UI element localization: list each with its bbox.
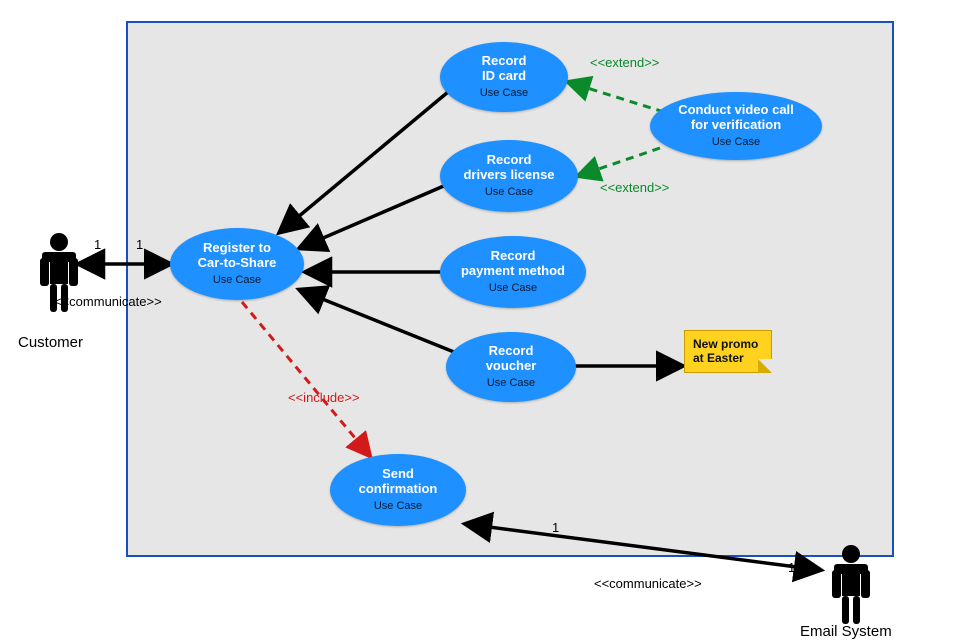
actor-email-system — [826, 544, 876, 634]
usecase-title: RecordID card — [482, 54, 527, 84]
usecase-conduct[interactable]: Conduct video callfor verification Use Ca… — [650, 92, 822, 160]
relation-label: <<communicate>> — [54, 294, 162, 309]
relation-label: 1 — [788, 560, 795, 575]
connector — [242, 302, 370, 456]
usecase-send[interactable]: Sendconfirmation Use Case — [330, 454, 466, 526]
connector — [578, 148, 660, 176]
connector — [280, 92, 448, 232]
usecase-title: Recorddrivers license — [463, 153, 554, 183]
usecase-subtitle: Use Case — [374, 500, 422, 513]
actor-email-label: Email System — [800, 623, 892, 640]
relation-label: <<extend>> — [600, 180, 669, 195]
relation-label: 1 — [94, 237, 101, 252]
usecase-title: Recordvoucher — [486, 344, 537, 374]
usecase-subtitle: Use Case — [480, 87, 528, 100]
actor-customer-label: Customer — [18, 334, 83, 351]
usecase-payment[interactable]: Recordpayment method Use Case — [440, 236, 586, 308]
relation-label: <<extend>> — [590, 55, 659, 70]
relation-label: 1 — [552, 520, 559, 535]
usecase-title: Sendconfirmation — [359, 467, 438, 497]
diagram-stage: Customer Email System New promo at Easte… — [0, 0, 960, 640]
sticky-note: New promo at Easter — [684, 330, 772, 373]
usecase-drivers[interactable]: Recorddrivers license Use Case — [440, 140, 578, 212]
usecase-idcard[interactable]: RecordID card Use Case — [440, 42, 568, 112]
usecase-voucher[interactable]: Recordvoucher Use Case — [446, 332, 576, 402]
usecase-subtitle: Use Case — [489, 282, 537, 295]
connector — [568, 82, 664, 112]
usecase-register[interactable]: Register toCar-to-Share Use Case — [170, 228, 304, 300]
connector — [300, 290, 454, 352]
relation-label: <<communicate>> — [594, 576, 702, 591]
usecase-subtitle: Use Case — [485, 186, 533, 199]
usecase-title: Conduct video callfor verification — [678, 103, 794, 133]
usecase-title: Register toCar-to-Share — [198, 241, 277, 271]
usecase-title: Recordpayment method — [461, 249, 565, 279]
connector — [300, 185, 446, 248]
usecase-subtitle: Use Case — [487, 377, 535, 390]
relation-label: <<include>> — [288, 390, 360, 405]
usecase-subtitle: Use Case — [712, 136, 760, 149]
connector — [466, 524, 820, 570]
usecase-subtitle: Use Case — [213, 274, 261, 287]
relation-label: 1 — [136, 237, 143, 252]
